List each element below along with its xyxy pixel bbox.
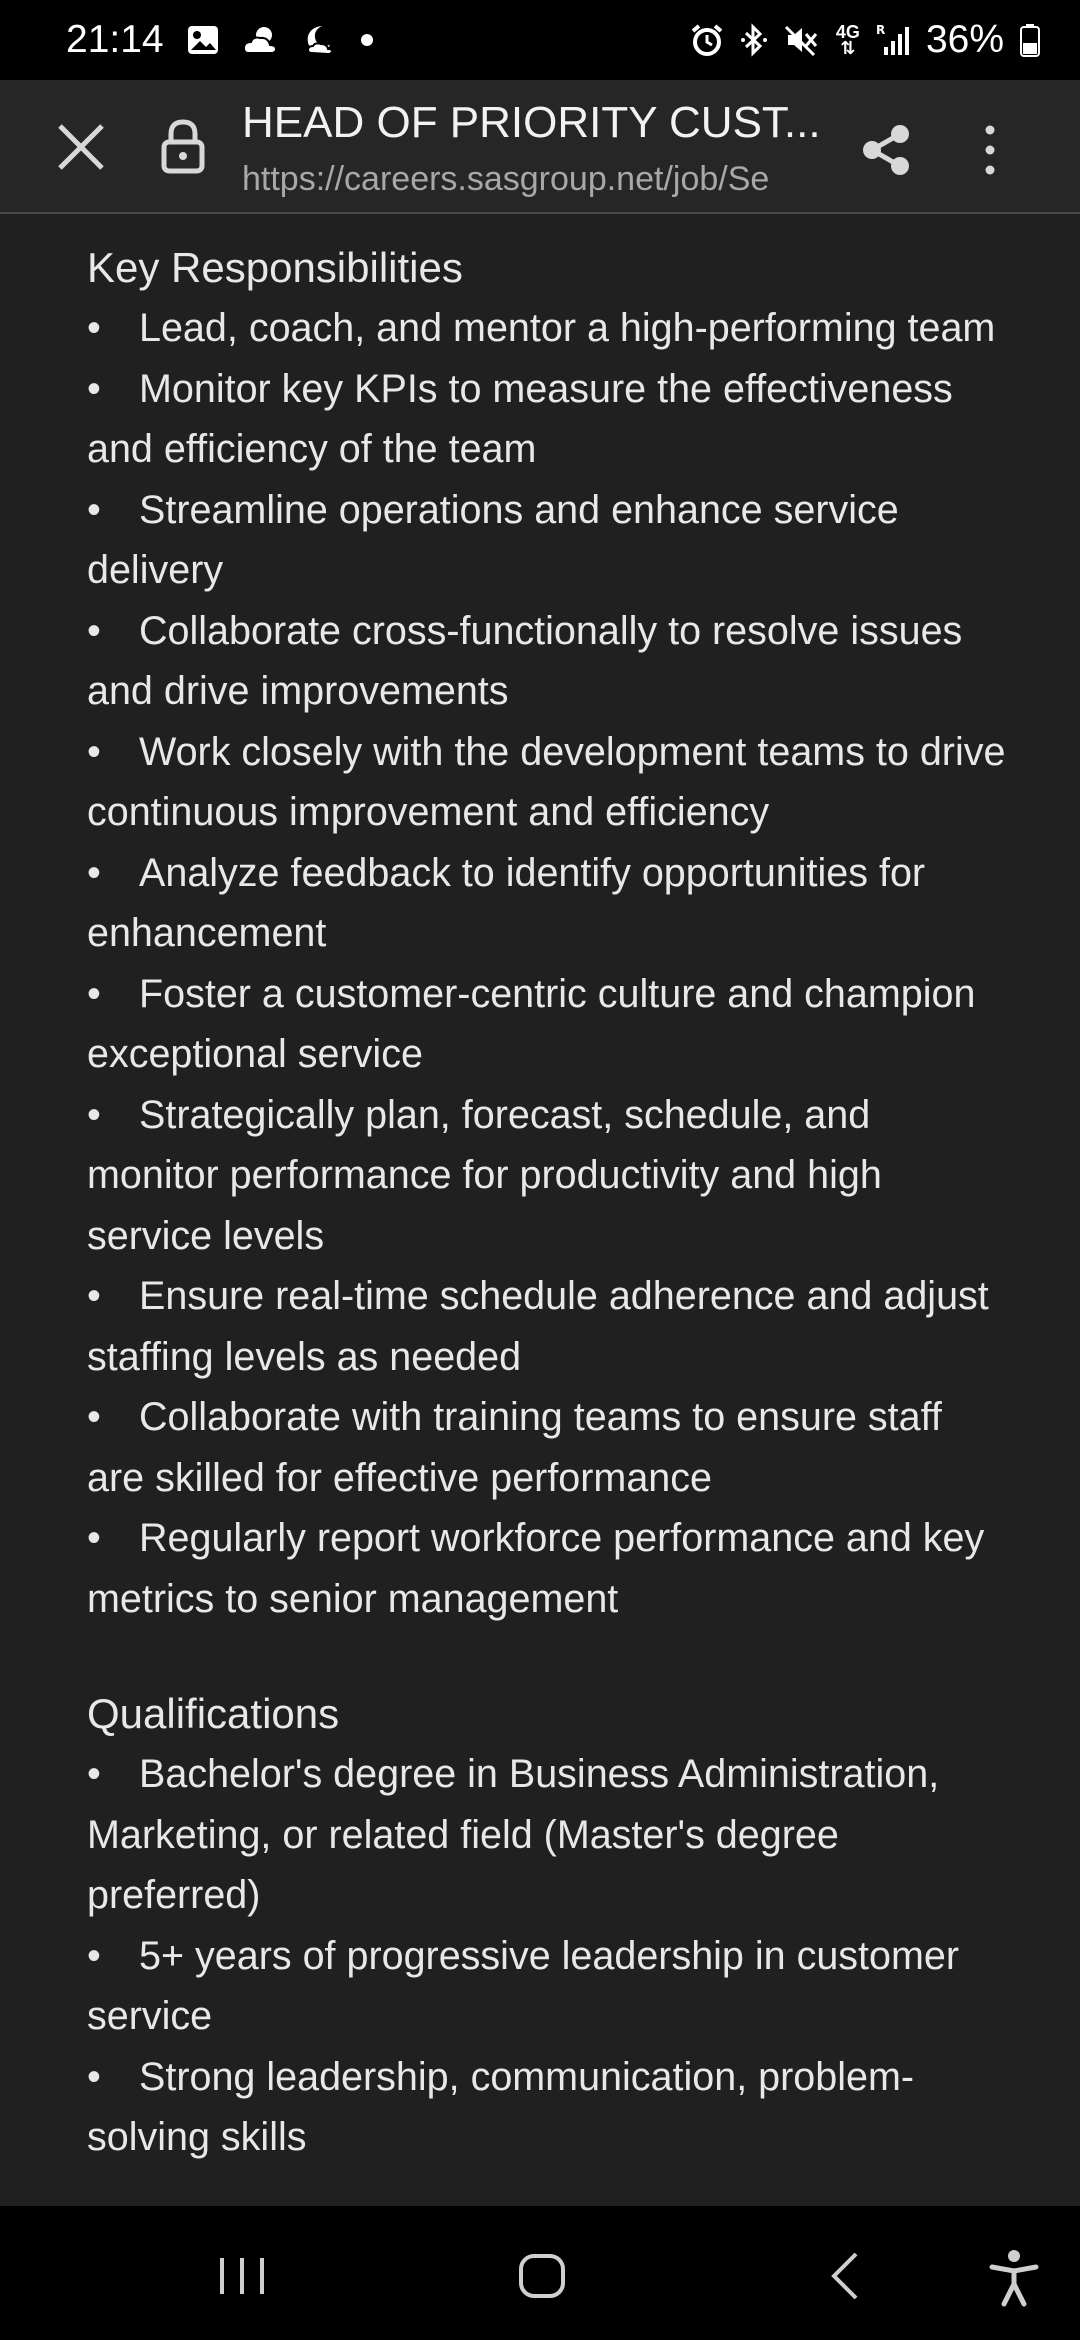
- list-item-text: Lead, coach, and mentor a high-performin…: [139, 306, 996, 350]
- bullet-marker: •: [87, 366, 101, 411]
- dot-icon: [360, 33, 374, 47]
- page-content: Key Responsibilities • Lead, coach, and m…: [0, 214, 1080, 2206]
- signal-icon: R: [876, 23, 910, 57]
- list-item: • Monitor key KPIs to measure the effecti…: [87, 359, 1007, 480]
- list-item-text: Strategically plan, forecast, schedule, …: [87, 1092, 882, 1258]
- qualifications-list: • Bachelor's degree in Business Administr…: [87, 1744, 1007, 2168]
- status-time: 21:14: [66, 18, 164, 61]
- list-item-text: Analyze feedback to identify opportuniti…: [87, 850, 926, 956]
- list-item-text: Monitor key KPIs to measure the effectiv…: [87, 366, 953, 472]
- list-item: • Foster a customer-centric culture and c…: [87, 964, 1007, 1085]
- list-item-text: Work closely with the development teams …: [87, 729, 1006, 835]
- page-title[interactable]: HEAD OF PRIORITY CUST...: [242, 98, 822, 148]
- list-item-text: Collaborate cross-functionally to resolv…: [87, 608, 963, 714]
- mute-icon: [784, 23, 820, 57]
- navigation-bar: [0, 2206, 1080, 2340]
- bullet-marker: •: [87, 1933, 101, 1978]
- bullet-marker: •: [87, 729, 101, 774]
- page-url[interactable]: https://careers.sasgroup.net/job/Se: [242, 160, 822, 199]
- qualifications-heading: Qualifications: [87, 1690, 340, 1737]
- bullet-marker: •: [87, 850, 101, 895]
- 4g-data-icon: 4G ⇅: [835, 22, 860, 58]
- bullet-marker: •: [87, 1516, 101, 1560]
- accessibility-icon[interactable]: [984, 2248, 1044, 2307]
- bullet-marker: •: [87, 306, 101, 350]
- bluetooth-icon: [740, 23, 768, 57]
- close-icon[interactable]: [56, 122, 106, 172]
- responsibilities-heading: Key Responsibilities: [87, 244, 463, 291]
- list-item-text: Collaborate with training teams to ensur…: [87, 1395, 942, 1500]
- svg-text:R: R: [876, 23, 885, 37]
- browser-toolbar: HEAD OF PRIORITY CUST... https://careers…: [0, 80, 1080, 214]
- bullet-marker: •: [87, 1395, 101, 1439]
- weather-icon: [242, 23, 280, 57]
- list-item: • 5+ years of progressive leadership in c…: [87, 1926, 1007, 2047]
- list-item-text: Strong leadership, communication, proble…: [87, 2054, 915, 2160]
- back-icon[interactable]: [816, 2248, 876, 2304]
- bullet-marker: •: [87, 2054, 101, 2099]
- list-item-text: Regularly report workforce performance a…: [87, 1516, 985, 1621]
- list-item: • Lead, coach, and mentor a high-performi…: [87, 298, 1007, 359]
- list-item: • Ensure real-time schedule adherence and…: [87, 1266, 1007, 1387]
- list-item-text: Bachelor's degree in Business Administra…: [87, 1752, 940, 1917]
- responsibilities-list: • Lead, coach, and mentor a high-performi…: [87, 298, 1007, 1629]
- alarm-icon: [690, 23, 724, 57]
- bullet-marker: •: [87, 971, 101, 1016]
- list-item: • Strong leadership, communication, probl…: [87, 2047, 1007, 2168]
- share-icon[interactable]: [856, 120, 916, 180]
- bullet-marker: •: [87, 1092, 101, 1137]
- more-options-icon[interactable]: [972, 120, 1008, 180]
- list-item: • Regularly report workforce performance …: [87, 1508, 1007, 1629]
- list-item-text: Foster a customer-centric culture and ch…: [87, 971, 976, 1077]
- night-icon: [302, 23, 338, 57]
- recent-apps-icon[interactable]: [212, 2248, 272, 2304]
- image-icon: [186, 23, 220, 57]
- home-icon[interactable]: [512, 2248, 572, 2304]
- battery-icon: [1020, 23, 1040, 57]
- list-item: • Collaborate cross-functionally to resol…: [87, 601, 1007, 722]
- list-item: • Collaborate with training teams to ensu…: [87, 1387, 1007, 1508]
- list-item-text: Streamline operations and enhance servic…: [87, 487, 899, 593]
- list-item: • Streamline operations and enhance servi…: [87, 480, 1007, 601]
- list-item: • Work closely with the development teams…: [87, 722, 1007, 843]
- bullet-marker: •: [87, 1274, 101, 1318]
- bullet-marker: •: [87, 1752, 101, 1796]
- list-item-text: Ensure real-time schedule adherence and …: [87, 1274, 989, 1379]
- list-item: • Bachelor's degree in Business Administr…: [87, 1744, 1007, 1926]
- list-item: • Analyze feedback to identify opportunit…: [87, 843, 1007, 964]
- list-item-text: 5+ years of progressive leadership in cu…: [87, 1933, 960, 2039]
- lock-icon[interactable]: [160, 118, 206, 174]
- bullet-marker: •: [87, 487, 101, 532]
- battery-percent: 36%: [925, 18, 1004, 61]
- bullet-marker: •: [87, 608, 101, 653]
- list-item: • Strategically plan, forecast, schedule,…: [87, 1085, 1007, 1267]
- status-bar: 21:14 4G ⇅ R 36%: [0, 0, 1080, 80]
